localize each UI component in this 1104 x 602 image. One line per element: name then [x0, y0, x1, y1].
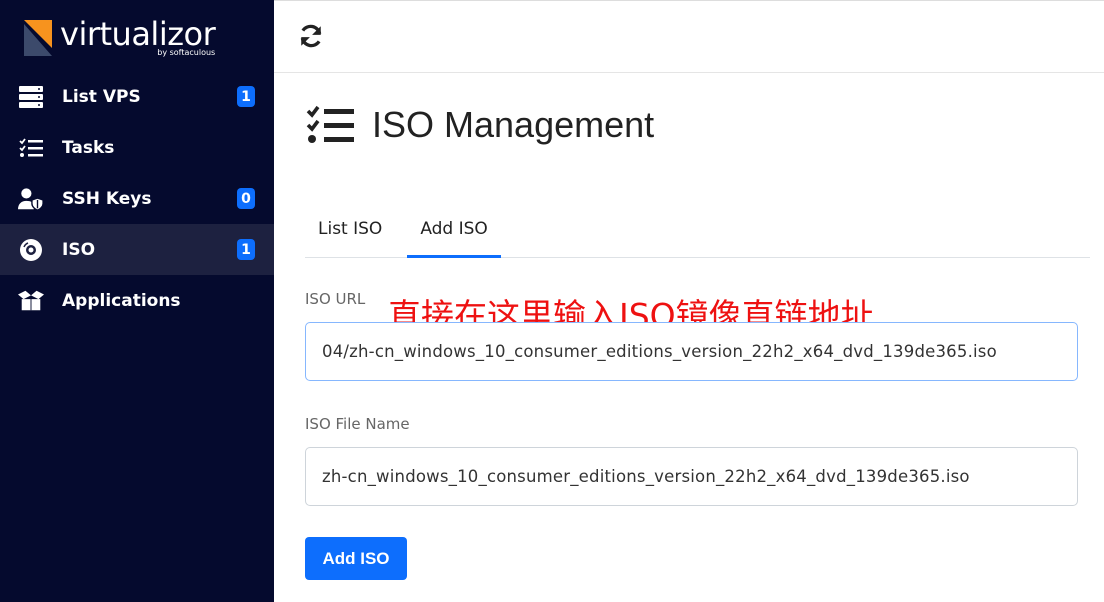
tab-list-iso[interactable]: List ISO	[305, 210, 395, 258]
sidebar-nav: List VPS 1 Tasks SSH Keys 0 ISO 1 Applic…	[0, 71, 274, 326]
logo-text: virtualizor	[60, 15, 216, 53]
logo-byline: by softaculous	[157, 48, 216, 57]
top-bar	[274, 0, 1104, 73]
count-badge: 0	[237, 188, 255, 209]
sidebar-item-list-vps[interactable]: List VPS 1	[0, 71, 274, 122]
sidebar-item-tasks[interactable]: Tasks	[0, 122, 274, 173]
page-title: ISO Management	[372, 104, 655, 145]
sidebar-item-ssh-keys[interactable]: SSH Keys 0	[0, 173, 274, 224]
sidebar-item-label: List VPS	[62, 86, 141, 107]
iso-url-input[interactable]	[305, 322, 1078, 381]
task-list-icon	[306, 105, 354, 143]
sidebar-item-label: Tasks	[62, 137, 115, 158]
iso-url-label: ISO URL	[305, 290, 366, 308]
iso-file-name-input[interactable]	[305, 447, 1078, 506]
sidebar-item-label: ISO	[62, 239, 96, 260]
tab-add-iso[interactable]: Add ISO	[407, 210, 501, 258]
page-header: ISO Management	[304, 104, 654, 146]
count-badge: 1	[237, 86, 255, 107]
sidebar-item-applications[interactable]: Applications	[0, 275, 274, 326]
logo-mark-icon	[24, 20, 52, 56]
count-badge: 1	[237, 239, 255, 260]
sidebar-item-label: Applications	[62, 290, 181, 311]
logo[interactable]: virtualizor by softaculous	[24, 15, 216, 58]
iso-file-name-label: ISO File Name	[305, 415, 410, 433]
sidebar: virtualizor by softaculous List VPS 1 Ta…	[0, 0, 274, 602]
user-shield-icon	[18, 186, 44, 212]
tab-bar: List ISO Add ISO	[305, 210, 1090, 258]
sidebar-item-label: SSH Keys	[62, 188, 152, 209]
task-list-icon	[18, 135, 44, 161]
sidebar-item-iso[interactable]: ISO 1	[0, 224, 274, 275]
box-open-icon	[18, 288, 44, 314]
refresh-icon[interactable]	[298, 23, 324, 49]
add-iso-button[interactable]: Add ISO	[305, 537, 407, 580]
server-icon	[18, 84, 44, 110]
disc-icon	[18, 237, 44, 263]
